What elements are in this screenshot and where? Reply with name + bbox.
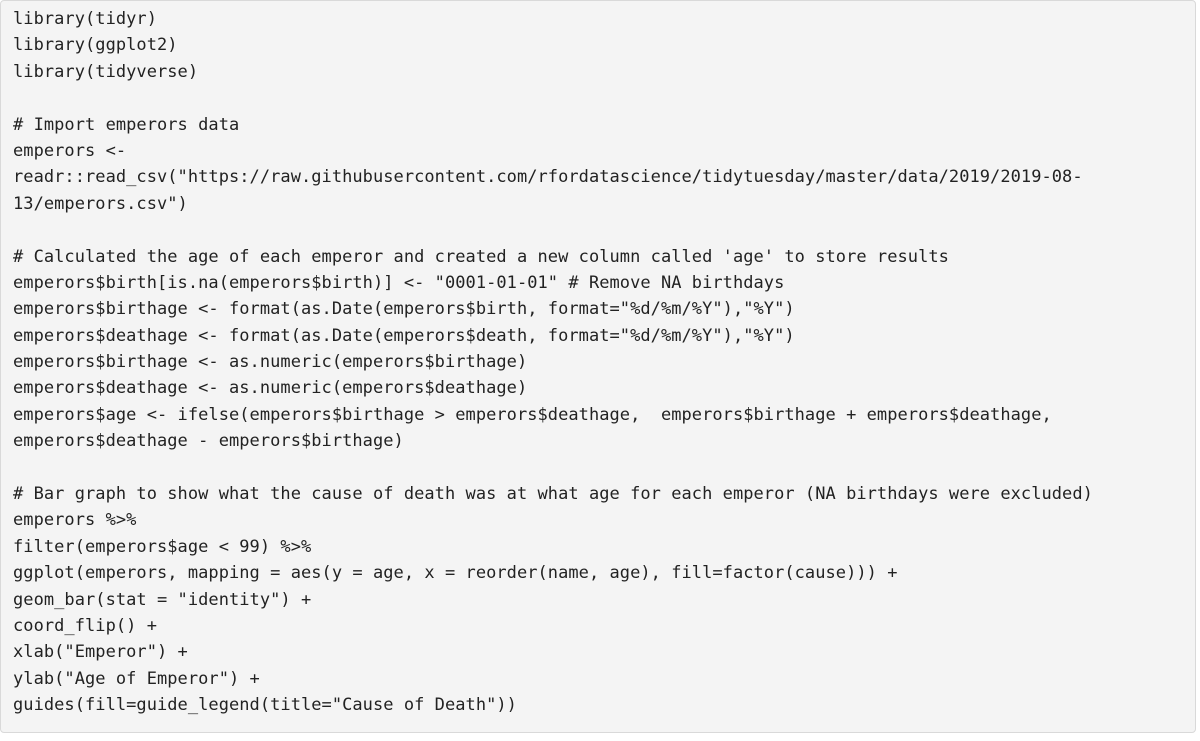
code-line: ggplot(emperors, mapping = aes(y = age, … [13,563,898,584]
code-line: coord_flip() + [13,615,157,636]
code-line: filter(emperors$age < 99) %>% [13,536,312,557]
code-line: emperors$deathage <- format(as.Date(empe… [13,325,795,346]
code-line: library(ggplot2) [13,35,178,56]
code-line: ylab("Age of Emperor") + [13,668,260,689]
code-line: emperors$deathage <- as.numeric(emperors… [13,378,528,399]
code-line: readr::read_csv("https://raw.githubuserc… [13,167,1083,188]
code-comment: # Calculated the age of each emperor and… [13,246,949,267]
code-line: emperors <- [13,140,127,161]
code-line: library(tidyr) [13,9,157,29]
code-line: emperors$age <- ifelse(emperors$birthage… [13,404,1052,425]
code-line: emperors$deathage - emperors$birthage) [13,431,404,452]
code-block: library(tidyr) library(ggplot2) library(… [0,0,1196,733]
code-line: emperors$birthage <- format(as.Date(empe… [13,299,795,320]
code-line: emperors$birthage <- as.numeric(emperors… [13,352,528,373]
code-line: geom_bar(stat = "identity") + [13,589,312,610]
code-line: 13/emperors.csv") [13,193,188,214]
code-line: library(tidyverse) [13,61,199,82]
code-line: emperors %>% [13,510,137,531]
code-line: emperors$birth[is.na(emperors$birth)] <-… [13,272,785,293]
code-line: xlab("Emperor") + [13,642,188,663]
code-comment: # Import emperors data [13,114,240,135]
code-line: guides(fill=guide_legend(title="Cause of… [13,695,517,716]
code-comment: # Bar graph to show what the cause of de… [13,484,1093,505]
